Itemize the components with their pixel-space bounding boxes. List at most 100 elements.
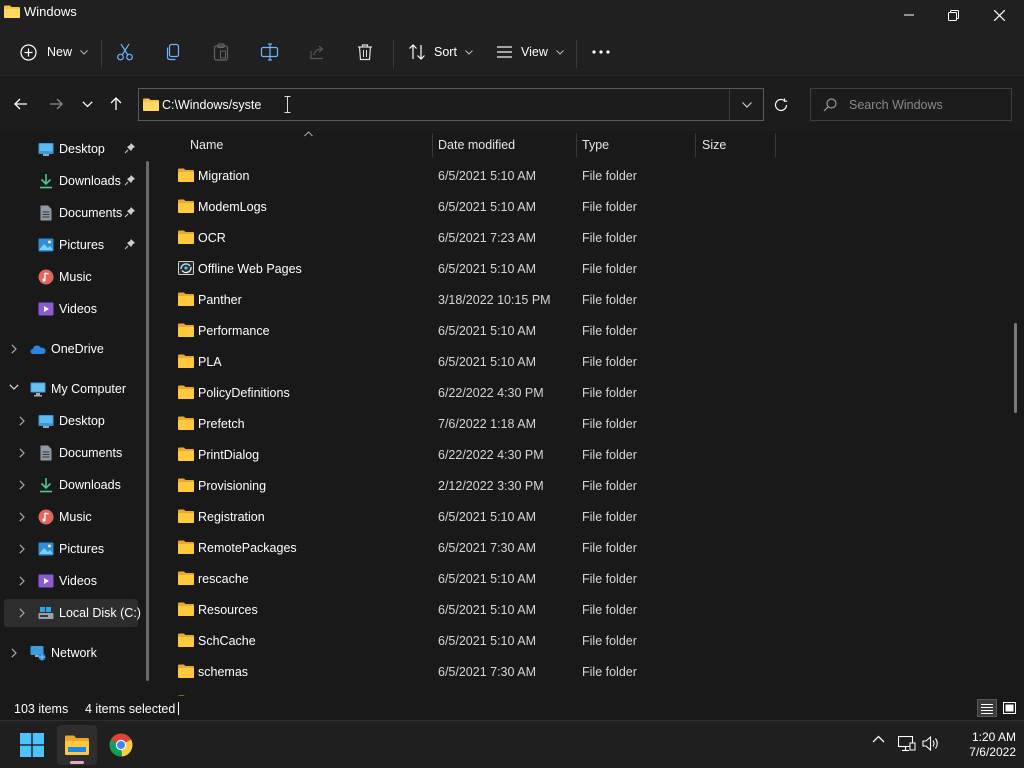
large-icons-view-button[interactable]: [999, 699, 1019, 717]
nav-item-desktop[interactable]: Desktop: [0, 135, 140, 163]
nav-item-pc-documents[interactable]: Documents: [0, 439, 140, 467]
pictures-icon: [38, 238, 54, 252]
view-button[interactable]: View: [496, 38, 564, 66]
new-button[interactable]: New: [20, 38, 88, 66]
file-list: Name Date modified Type Size Migration 6/…: [160, 131, 1024, 696]
nav-item-network[interactable]: Network: [0, 639, 140, 667]
nav-item-pictures[interactable]: Pictures: [0, 231, 140, 259]
videos-icon: [38, 302, 54, 316]
volume-icon[interactable]: [922, 736, 940, 751]
nav-item-downloads[interactable]: Downloads: [0, 167, 140, 195]
chevron-up-icon[interactable]: [872, 735, 885, 743]
paste-button[interactable]: [212, 38, 230, 66]
table-row[interactable]: OCR 6/5/2021 7:23 AM File folder: [160, 222, 780, 253]
delete-button[interactable]: [356, 38, 374, 66]
start-button[interactable]: [12, 725, 52, 765]
nav-item-pc-desktop[interactable]: Desktop: [0, 407, 140, 435]
table-row[interactable]: Offline Web Pages 6/5/2021 5:10 AM File fo…: [160, 253, 780, 284]
search-box[interactable]: [810, 88, 1012, 121]
back-button[interactable]: [10, 93, 32, 115]
table-row[interactable]: Panther 3/18/2022 10:15 PM File folder: [160, 284, 780, 315]
table-row[interactable]: schemas 6/5/2021 7:30 AM File folder: [160, 656, 780, 687]
file-name: schemas: [198, 665, 249, 679]
cut-button[interactable]: [116, 38, 134, 66]
nav-item-local-disk[interactable]: Local Disk (C:): [4, 599, 141, 627]
more-options-button[interactable]: [592, 38, 610, 66]
folder-icon: [178, 230, 194, 244]
recent-locations-button[interactable]: [76, 93, 98, 115]
file-date: 6/5/2021 5:10 AM: [438, 634, 536, 648]
sort-ascending-icon: [304, 131, 313, 137]
nav-item-pc-music[interactable]: Music: [0, 503, 140, 531]
copy-button[interactable]: [164, 38, 182, 66]
music-icon: [38, 509, 54, 525]
nav-item-music[interactable]: Music: [0, 263, 140, 291]
column-divider[interactable]: [775, 133, 776, 157]
search-input[interactable]: [849, 95, 1004, 115]
folder-icon: [178, 199, 194, 213]
chevron-right-icon: [19, 416, 25, 426]
chevron-down-icon: [81, 100, 93, 107]
minimize-button[interactable]: [886, 0, 932, 30]
up-button[interactable]: [105, 93, 127, 115]
file-date: 6/5/2021 5:10 AM: [438, 262, 536, 276]
rename-icon: [260, 43, 279, 61]
copy-icon: [166, 43, 180, 61]
folder-icon: [178, 509, 194, 523]
table-row[interactable]: Performance 6/5/2021 5:10 AM File folder: [160, 315, 780, 346]
folder-icon: [178, 602, 194, 616]
file-type: File folder: [582, 386, 637, 400]
table-row[interactable]: Registration 6/5/2021 5:10 AM File folder: [160, 501, 780, 532]
nav-item-onedrive[interactable]: OneDrive: [0, 335, 140, 363]
taskbar-file-explorer[interactable]: [57, 725, 97, 765]
column-header-date[interactable]: Date modified: [433, 131, 576, 159]
vertical-scrollbar[interactable]: [1014, 323, 1017, 413]
nav-item-my-computer[interactable]: My Computer: [0, 375, 140, 403]
address-input[interactable]: [162, 95, 722, 115]
navigation-scrollbar[interactable]: [146, 161, 149, 681]
table-row[interactable]: ModemLogs 6/5/2021 5:10 AM File folder: [160, 191, 780, 222]
table-row[interactable]: security6/5/2021 7:30 AMFile folder: [160, 687, 780, 696]
nav-item-pc-videos[interactable]: Videos: [0, 567, 140, 595]
column-header-name[interactable]: Name: [160, 131, 432, 159]
table-row[interactable]: PLA 6/5/2021 5:10 AM File folder: [160, 346, 780, 377]
taskbar: 1:20 AM 7/6/2022: [0, 720, 1024, 768]
file-date: 6/5/2021 5:10 AM: [438, 572, 536, 586]
restore-icon: [947, 9, 959, 21]
column-header-type[interactable]: Type: [577, 131, 695, 159]
forward-button[interactable]: [45, 93, 67, 115]
onedrive-icon: [30, 345, 46, 354]
clock[interactable]: 1:20 AM 7/6/2022: [946, 730, 1016, 760]
table-row[interactable]: rescache 6/5/2021 5:10 AM File folder: [160, 563, 780, 594]
taskbar-chrome[interactable]: [101, 725, 141, 765]
table-row[interactable]: PolicyDefinitions 6/22/2022 4:30 PM File f…: [160, 377, 780, 408]
table-row[interactable]: Resources 6/5/2021 5:10 AM File folder: [160, 594, 780, 625]
file-date: 6/5/2021 5:10 AM: [438, 603, 536, 617]
restore-button[interactable]: [930, 0, 976, 30]
address-history-button[interactable]: [729, 89, 763, 120]
plus-circle-icon: [20, 43, 37, 61]
rename-button[interactable]: [260, 38, 279, 66]
details-view-button[interactable]: [977, 699, 997, 717]
nav-item-pc-downloads[interactable]: Downloads: [0, 471, 140, 499]
sort-button[interactable]: Sort: [408, 38, 473, 66]
table-row[interactable]: Provisioning 2/12/2022 3:30 PM File folder: [160, 470, 780, 501]
file-name: Provisioning: [198, 479, 267, 493]
refresh-button[interactable]: [766, 88, 796, 121]
table-row[interactable]: Migration 6/5/2021 5:10 AM File folder: [160, 160, 780, 191]
close-button[interactable]: [976, 0, 1022, 30]
table-row[interactable]: RemotePackages 6/5/2021 7:30 AM File folde…: [160, 532, 780, 563]
table-row[interactable]: SchCache 6/5/2021 5:10 AM File folder: [160, 625, 780, 656]
table-row[interactable]: PrintDialog 6/22/2022 4:30 PM File folder: [160, 439, 780, 470]
table-row[interactable]: Prefetch 7/6/2022 1:18 AM File folder: [160, 408, 780, 439]
column-header-size[interactable]: Size: [696, 131, 776, 159]
nav-item-pc-pictures[interactable]: Pictures: [0, 535, 140, 563]
address-bar[interactable]: [138, 88, 764, 121]
nav-item-documents[interactable]: Documents: [0, 199, 140, 227]
display-network-icon[interactable]: [898, 736, 916, 752]
downloads-icon: [40, 478, 52, 493]
trash-icon: [358, 44, 372, 61]
documents-icon: [40, 205, 52, 221]
share-button[interactable]: [308, 38, 326, 66]
nav-item-videos[interactable]: Videos: [0, 295, 140, 323]
